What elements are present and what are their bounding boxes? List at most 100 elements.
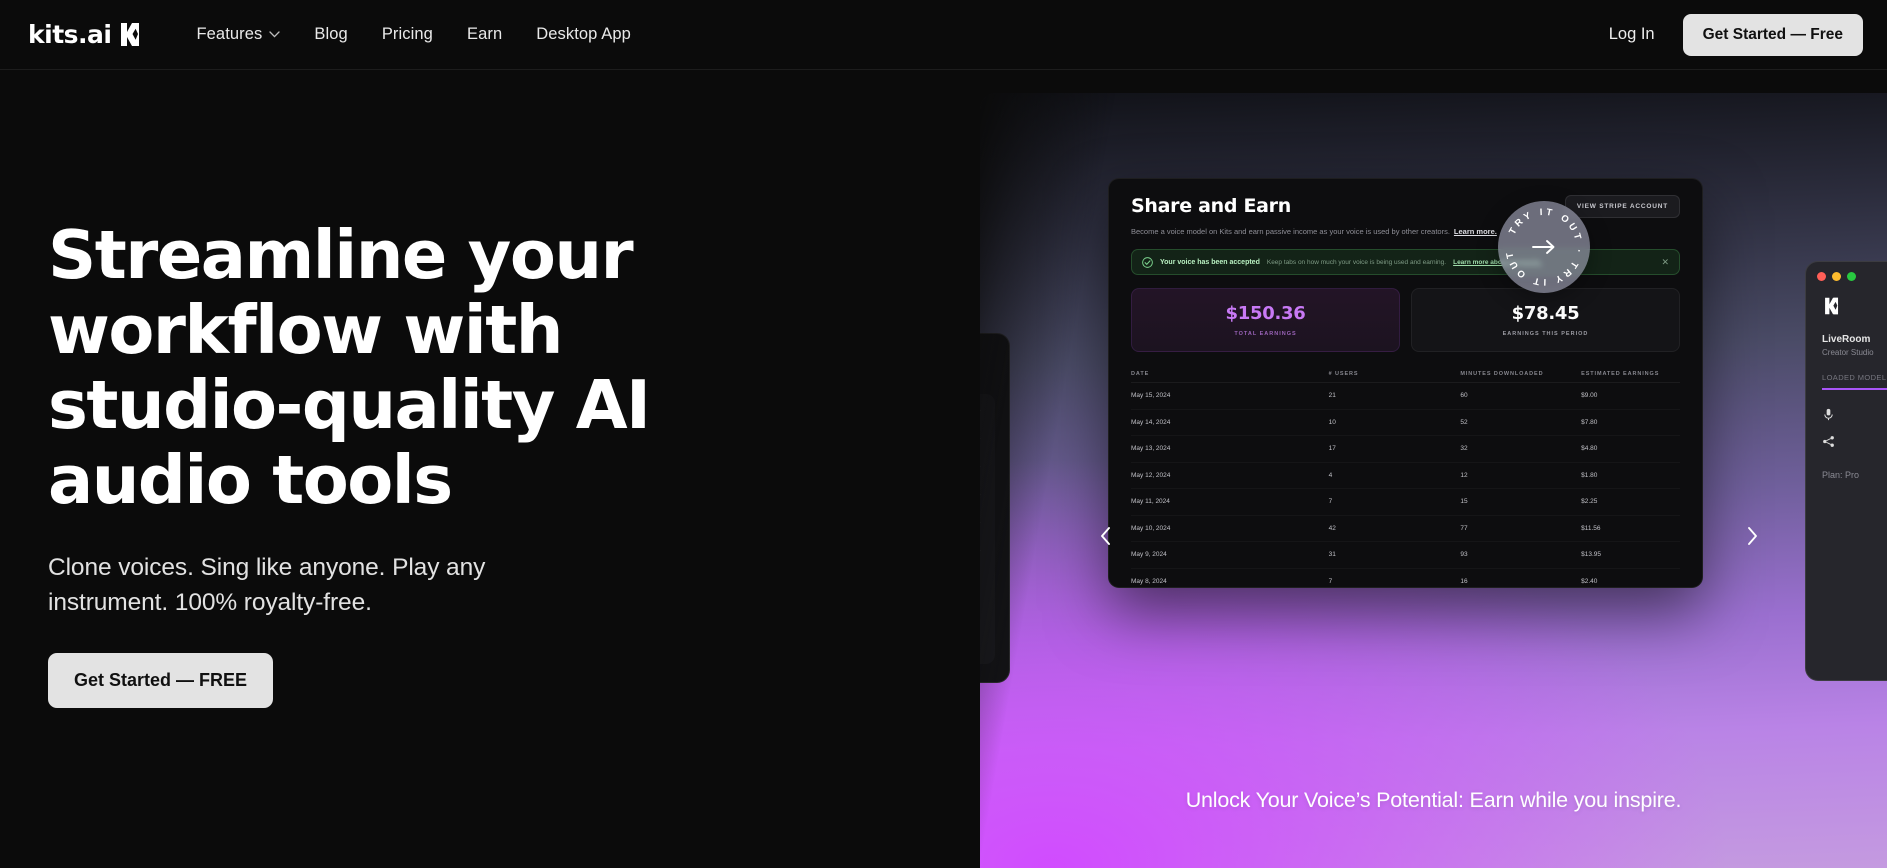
arrow-right-icon	[1532, 240, 1555, 254]
get-started-hero-button[interactable]: Get Started — FREE	[48, 652, 274, 708]
cell-earnings: $11.56	[1581, 524, 1601, 532]
nav-item-desktop-app[interactable]: Desktop App	[536, 25, 631, 44]
carousel-card-next[interactable]: LiveRoom Creator Studio LOADED MODEL Pla	[1805, 261, 1887, 681]
cell-earnings: $9.00	[1581, 392, 1598, 400]
kits-logo-mark-icon	[121, 23, 140, 46]
banner-title: Your voice has been accepted	[1160, 258, 1260, 266]
card-icon-rail	[980, 394, 995, 664]
nav-right-actions: Log In Get Started — Free	[1601, 13, 1863, 56]
cell-users: 10	[1328, 418, 1336, 426]
column-header-earnings: ESTIMATED EARNINGS	[1581, 371, 1660, 377]
kits-logo-mark-icon	[1825, 297, 1839, 315]
carousel-next-button[interactable]	[1739, 523, 1765, 549]
cell-date: May 14, 2024	[1131, 418, 1171, 426]
nav-links: Features Blog Pricing Earn Desktop App	[196, 25, 630, 44]
carousel-card-previous[interactable]	[980, 333, 1010, 683]
link-icon	[980, 492, 983, 503]
earnings-table: DATE # USERS MINUTES DOWNLOADED ESTIMATE…	[1131, 366, 1680, 588]
microphone-icon	[1824, 408, 1833, 421]
cell-date: May 13, 2024	[1131, 445, 1171, 453]
nav-item-earn[interactable]: Earn	[467, 25, 502, 44]
cell-earnings: $7.80	[1581, 418, 1598, 426]
table-row[interactable]: May 12, 2024 4 12 $1.80	[1131, 463, 1680, 490]
log-in-link[interactable]: Log In	[1601, 19, 1663, 50]
side-card-text: LiveRoom Creator Studio LOADED MODEL	[1806, 320, 1887, 382]
dashboard-description: Become a voice model on Kits and earn pa…	[1109, 218, 1702, 236]
dashboard-description-text: Become a voice model on Kits and earn pa…	[1131, 227, 1450, 236]
earnings-stats: $150.36 TOTAL EARNINGS $78.45 EARNINGS T…	[1131, 288, 1680, 352]
cell-users: 21	[1328, 392, 1336, 400]
nav-item-features[interactable]: Features	[196, 25, 281, 44]
dashboard-title: Share and Earn	[1131, 195, 1291, 217]
side-card-icons	[1806, 390, 1887, 448]
column-header-date: DATE	[1131, 371, 1150, 377]
dashboard-header: Share and Earn VIEW STRIPE ACCOUNT	[1109, 179, 1702, 218]
stat-total-earnings-value: $150.36	[1225, 303, 1306, 324]
try-it-out-badge[interactable]: TRY IT OUT · TRY IT OUT ·	[1498, 201, 1590, 293]
stat-total-earnings-label: TOTAL EARNINGS	[1234, 331, 1297, 337]
cell-minutes: 15	[1460, 498, 1468, 506]
table-row[interactable]: May 15, 2024 21 60 $9.00	[1131, 383, 1680, 410]
hero-copy: Streamline your workflow with studio-qua…	[0, 70, 980, 868]
close-icon[interactable]: ✕	[1661, 257, 1669, 268]
table-row[interactable]: May 11, 2024 7 15 $2.25	[1131, 489, 1680, 516]
stat-period-earnings: $78.45 EARNINGS THIS PERIOD	[1411, 288, 1680, 352]
cell-users: 31	[1328, 551, 1336, 559]
link-icon	[980, 408, 983, 419]
brand-name: kits.ai	[28, 20, 112, 49]
share-and-earn-dashboard[interactable]: Share and Earn VIEW STRIPE ACCOUNT Becom…	[1108, 178, 1703, 588]
hero-showcase: LiveRoom Creator Studio LOADED MODEL Pla	[980, 70, 1887, 868]
side-card-footer: Plan: Pro	[1822, 470, 1860, 480]
cell-users: 17	[1328, 445, 1336, 453]
cell-earnings: $13.95	[1581, 551, 1602, 559]
side-card-section: LOADED MODEL	[1822, 373, 1887, 382]
column-header-users: # USERS	[1328, 371, 1359, 377]
nav-item-pricing[interactable]: Pricing	[382, 25, 433, 44]
voice-accepted-banner: Your voice has been accepted Keep tabs o…	[1131, 249, 1680, 275]
learn-more-link[interactable]: Learn more.	[1454, 227, 1497, 236]
cell-minutes: 77	[1460, 524, 1468, 532]
chevron-left-icon	[1100, 527, 1110, 545]
window-traffic-lights	[1806, 262, 1887, 281]
cell-users: 42	[1328, 524, 1336, 532]
cell-date: May 12, 2024	[1131, 471, 1171, 479]
table-row[interactable]: May 8, 2024 7 16 $2.40	[1131, 569, 1680, 588]
window-close-dot	[1817, 272, 1826, 281]
table-row[interactable]: May 13, 2024 17 32 $4.80	[1131, 436, 1680, 463]
banner-body: Keep tabs on how much your voice is bein…	[1266, 258, 1447, 266]
cell-minutes: 12	[1460, 471, 1468, 479]
link-icon	[980, 548, 983, 559]
nav-item-blog[interactable]: Blog	[314, 25, 347, 44]
side-card-title: LiveRoom	[1822, 334, 1871, 345]
cell-date: May 8, 2024	[1131, 577, 1167, 585]
stat-period-earnings-value: $78.45	[1511, 303, 1580, 324]
get-started-nav-button[interactable]: Get Started — Free	[1682, 13, 1863, 56]
table-header-row: DATE # USERS MINUTES DOWNLOADED ESTIMATE…	[1131, 366, 1680, 383]
cell-date: May 10, 2024	[1131, 524, 1171, 532]
cell-minutes: 16	[1460, 577, 1468, 585]
window-minimize-dot	[1832, 272, 1841, 281]
brand-logo[interactable]: kits.ai	[28, 20, 144, 49]
link-icon	[980, 436, 983, 447]
table-row[interactable]: May 9, 2024 31 93 $13.95	[1131, 542, 1680, 569]
table-row[interactable]: May 14, 2024 10 52 $7.80	[1131, 410, 1680, 437]
stat-period-earnings-label: EARNINGS THIS PERIOD	[1502, 331, 1589, 337]
top-navbar: kits.ai Features Blog Pricing Earn Deskt…	[0, 0, 1887, 70]
showcase-panel: LiveRoom Creator Studio LOADED MODEL Pla	[980, 93, 1887, 868]
hero-section: Streamline your workflow with studio-qua…	[0, 70, 1887, 868]
check-circle-icon	[1142, 256, 1153, 268]
cell-earnings: $4.80	[1581, 445, 1598, 453]
carousel-prev-button[interactable]	[1092, 523, 1118, 549]
stat-total-earnings: $150.36 TOTAL EARNINGS	[1131, 288, 1400, 352]
cell-users: 4	[1328, 471, 1333, 479]
column-header-minutes: MINUTES DOWNLOADED	[1460, 371, 1544, 377]
side-card-subtitle: Creator Studio	[1822, 348, 1874, 357]
table-row[interactable]: May 10, 2024 42 77 $11.56	[1131, 516, 1680, 543]
link-icon	[980, 464, 983, 475]
cell-minutes: 32	[1460, 445, 1468, 453]
cell-users: 7	[1328, 498, 1333, 506]
cell-minutes: 52	[1460, 418, 1468, 426]
chevron-right-icon	[1747, 527, 1757, 545]
cell-date: May 15, 2024	[1131, 392, 1171, 400]
cell-date: May 11, 2024	[1131, 498, 1170, 506]
